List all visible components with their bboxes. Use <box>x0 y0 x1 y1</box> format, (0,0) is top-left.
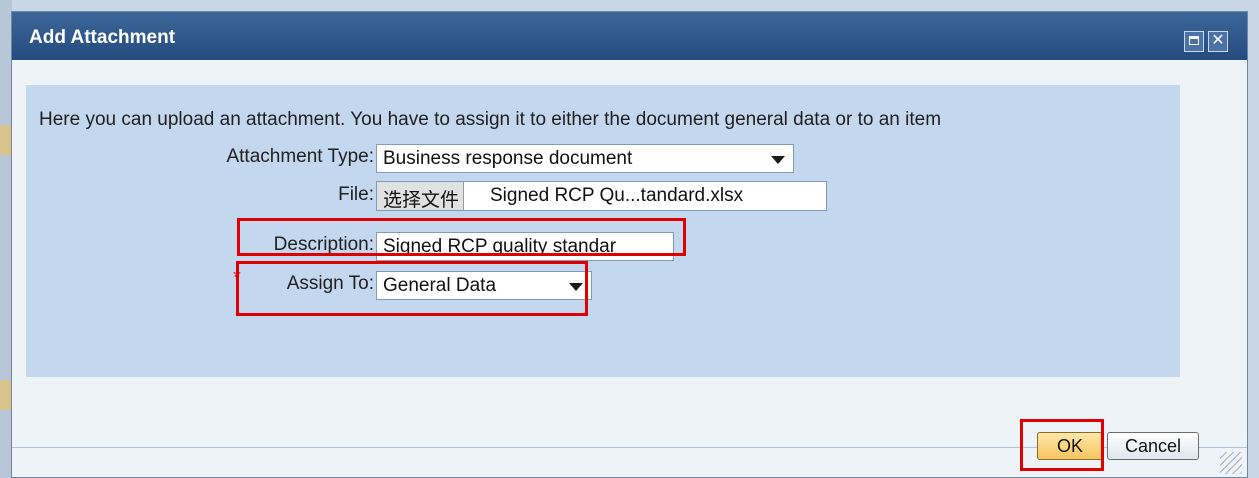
close-icon: ✕ <box>1211 32 1225 49</box>
dropdown-arrow-icon <box>771 156 785 164</box>
intro-text: Here you can upload an attachment. You h… <box>39 109 942 130</box>
dialog-title: Add Attachment <box>29 27 176 48</box>
file-input[interactable]: 选择文件 Signed RCP Qu...tandard.xlsx <box>376 181 827 211</box>
dialog-titlebar: Add Attachment ✕ <box>12 12 1247 60</box>
cancel-button[interactable]: Cancel <box>1107 432 1199 460</box>
choose-file-button[interactable]: 选择文件 <box>377 182 465 210</box>
file-name: Signed RCP Qu...tandard.xlsx <box>490 185 744 206</box>
attachment-type-select[interactable]: Business response document <box>376 144 794 173</box>
description-highlight-box <box>237 218 686 256</box>
maximize-icon <box>1189 36 1199 45</box>
ok-highlight-box <box>1020 419 1104 471</box>
resize-grip-icon[interactable] <box>1220 452 1242 474</box>
maximize-button[interactable] <box>1184 31 1204 52</box>
close-button[interactable]: ✕ <box>1208 31 1228 52</box>
assign-to-highlight-box <box>236 261 588 316</box>
file-label: File: <box>338 184 374 205</box>
attachment-type-value: Business response document <box>383 148 633 169</box>
attachment-type-label: Attachment Type: <box>226 146 374 167</box>
